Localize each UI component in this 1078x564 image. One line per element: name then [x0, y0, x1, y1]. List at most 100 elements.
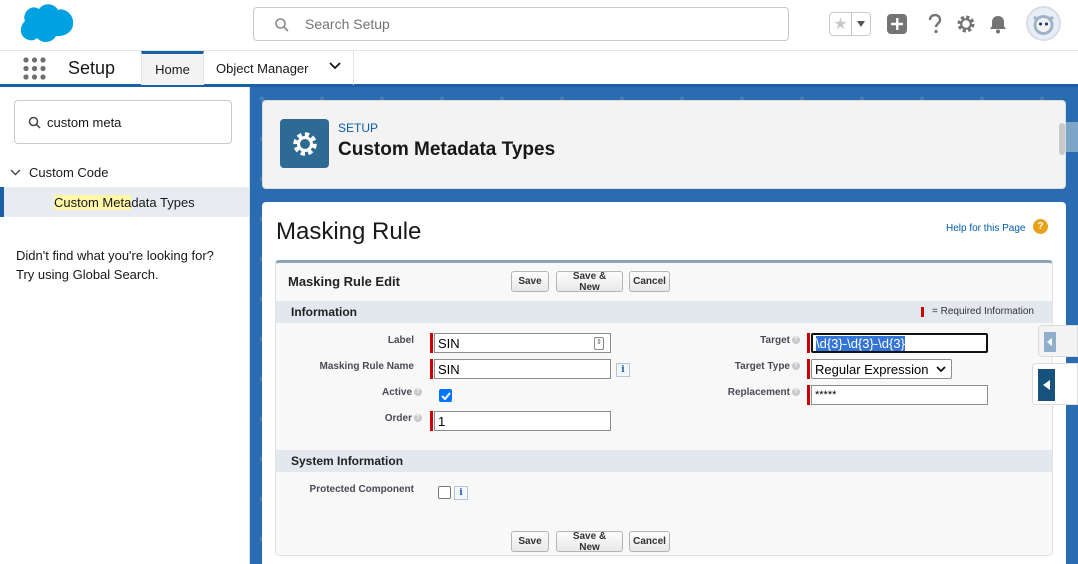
replacement-input[interactable]: ***** [811, 385, 988, 405]
content-card: Masking Rule Help for this Page ? Maskin… [262, 202, 1066, 564]
search-input[interactable]: Search Setup [253, 7, 789, 41]
not-found-line-1: Didn't find what you're looking for? [16, 248, 214, 263]
protected-component-label: Protected Component [309, 484, 414, 495]
info-icon[interactable]: i [616, 363, 630, 377]
target-type-select[interactable]: Regular Expression [811, 359, 952, 379]
help-question-icon[interactable]: ? [792, 388, 800, 397]
setup-sidebar: custom meta Custom Code Custom Metadata … [0, 87, 250, 564]
tree-item-custom-metadata-types[interactable]: Custom Metadata Types [0, 187, 249, 217]
tab-object-manager[interactable]: Object Manager [204, 51, 354, 85]
active-label-text: Active [381, 387, 412, 398]
page-title: Custom Metadata Types [338, 139, 556, 160]
setup-gear-icon [280, 119, 329, 168]
target-type-value: Regular Expression [815, 361, 929, 377]
favorites-dropdown-icon[interactable] [852, 13, 870, 35]
required-indicator [807, 385, 810, 405]
active-label: Active? [382, 387, 422, 398]
search-placeholder: Search Setup [305, 16, 390, 32]
replacement-label-text: Replacement [727, 387, 790, 398]
required-legend-text: = Required Information [931, 306, 1034, 317]
chevron-down-icon[interactable] [329, 62, 341, 70]
section-system-information: System Information [276, 450, 1052, 472]
replacement-value: ***** [815, 389, 837, 401]
quick-find-input[interactable]: custom meta [14, 100, 232, 144]
record-title: Masking Rule [276, 218, 422, 245]
user-avatar[interactable] [1026, 6, 1061, 41]
quick-find-value: custom meta [47, 115, 122, 130]
cancel-button[interactable]: Cancel [629, 271, 670, 292]
edit-block: Masking Rule Edit Save Save & New Cancel… [275, 260, 1053, 556]
tab-object-manager-label: Object Manager [216, 60, 309, 76]
tree-item-label-rest: data Types [131, 195, 195, 210]
label-input-value: SIN [438, 335, 460, 351]
save-and-new-button-bottom[interactable]: Save & New [556, 531, 623, 553]
chevron-left-icon [1038, 369, 1055, 401]
help-question-icon[interactable]: ? [414, 388, 422, 397]
side-panel-tab[interactable] [1038, 325, 1078, 357]
required-indicator [807, 333, 810, 353]
search-highlight: Custom Meta [54, 195, 132, 210]
tab-home-label: Home [155, 62, 190, 77]
info-icon[interactable]: i [454, 486, 468, 500]
chevron-left-icon [1044, 332, 1056, 352]
target-input-value: \d{3}-\d{3}-\d{3} [816, 335, 905, 351]
label-field-label: Label [387, 335, 414, 346]
order-input-value: 1 [438, 413, 446, 429]
save-button-bottom[interactable]: Save [511, 531, 549, 552]
scrollbar[interactable] [1059, 123, 1065, 155]
help-question-icon[interactable]: ? [792, 362, 800, 371]
target-type-label-text: Target Type [734, 361, 790, 372]
target-label-text: Target [760, 335, 790, 346]
favorites-group: ★ [829, 12, 871, 36]
replacement-label: Replacement? [728, 387, 800, 398]
target-type-label: Target Type? [735, 361, 800, 372]
section-information: Information = Required Information [276, 301, 1052, 323]
section-system-information-title: System Information [291, 454, 404, 468]
side-panel-toggle[interactable] [1032, 363, 1078, 405]
salesforce-logo[interactable] [14, 3, 76, 47]
help-question-icon[interactable]: ? [414, 414, 422, 423]
page-header: SETUP Custom Metadata Types [262, 100, 1066, 189]
help-question-icon[interactable]: ? [1033, 219, 1048, 234]
notifications-bell-icon[interactable] [987, 13, 1009, 35]
save-button[interactable]: Save [511, 271, 549, 292]
context-nav-bar: Setup Home Object Manager [0, 50, 1078, 87]
help-icon[interactable] [924, 13, 946, 35]
edit-block-title: Masking Rule Edit [288, 274, 400, 289]
field-tooltip-icon: ⇕ [594, 337, 604, 350]
protected-component-checkbox[interactable] [438, 486, 451, 499]
required-indicator [807, 359, 810, 379]
tab-home[interactable]: Home [141, 51, 204, 85]
masking-rule-name-value: SIN [438, 361, 460, 377]
add-icon[interactable] [886, 13, 908, 35]
tree-section-label: Custom Code [29, 164, 109, 180]
app-launcher-icon[interactable] [23, 57, 46, 80]
target-input[interactable]: \d{3}-\d{3}-\d{3} [811, 333, 988, 353]
favorite-star-icon[interactable]: ★ [830, 13, 852, 35]
masking-rule-name-input[interactable]: SIN [434, 359, 611, 379]
chevron-down-icon [936, 366, 946, 373]
order-input[interactable]: 1 [434, 411, 611, 431]
search-icon [28, 116, 41, 129]
target-label: Target? [760, 335, 800, 346]
cancel-button-bottom[interactable]: Cancel [629, 531, 670, 552]
tree-item-label: Custom Metadata Types [54, 195, 195, 210]
not-found-message: Didn't find what you're looking for? Try… [16, 246, 241, 284]
required-indicator [430, 359, 433, 379]
required-indicator [430, 333, 433, 353]
label-input[interactable]: SIN ⇕ [434, 333, 611, 353]
required-indicator [430, 411, 433, 431]
save-and-new-button[interactable]: Save & New [556, 271, 623, 293]
order-label: Order? [385, 413, 422, 424]
section-information-title: Information [291, 305, 357, 319]
gear-icon[interactable] [955, 13, 977, 35]
active-checkbox[interactable] [439, 389, 452, 402]
page-header-super[interactable]: SETUP [338, 121, 378, 135]
not-found-line-2: Try using Global Search. [16, 267, 159, 282]
app-name: Setup [68, 58, 116, 78]
search-icon [275, 18, 289, 32]
help-question-icon[interactable]: ? [792, 336, 800, 345]
chevron-down-icon[interactable] [10, 169, 21, 176]
tree-section-custom-code[interactable]: Custom Code [0, 161, 249, 183]
help-link[interactable]: Help for this Page [946, 223, 1026, 234]
